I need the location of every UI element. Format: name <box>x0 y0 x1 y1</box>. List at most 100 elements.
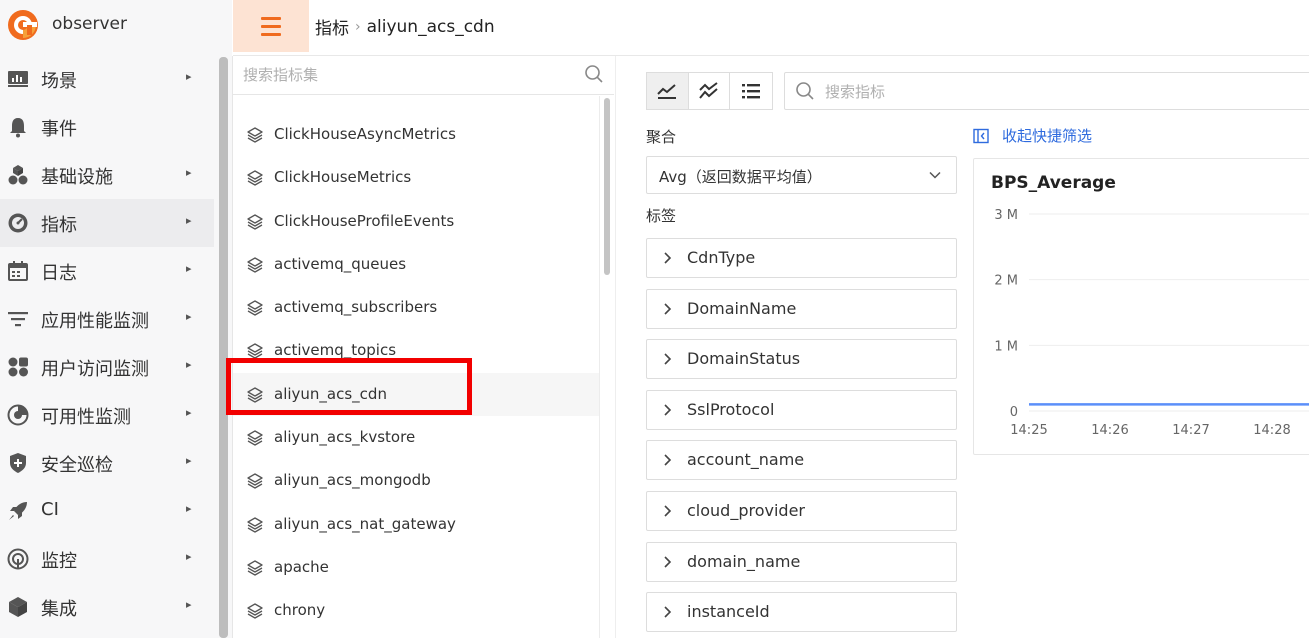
sidebar-item[interactable]: 用户访问监测 ▸ <box>0 343 214 391</box>
chevron-right-icon <box>664 505 672 517</box>
metric-set-item[interactable]: ClickHouseMetrics <box>233 156 599 199</box>
sidebar-item[interactable]: 基础设施 ▸ <box>0 151 214 199</box>
tag-row[interactable]: cloud_provider <box>646 490 957 531</box>
search-icon[interactable] <box>584 64 604 84</box>
view-mode-toggle <box>646 72 773 110</box>
sidebar: observer 场景 ▸ 事件 基础设施 ▸ 指标 ▸ 日志 ▸ 应用性能监测 ▸ 用户访问监测 ▸ 可… <box>0 0 232 638</box>
metric-set-label: aliyun_acs_kvstore <box>274 428 416 447</box>
sidebar-item[interactable]: 可用性监测 ▸ <box>0 391 214 439</box>
sidebar-item[interactable]: 指标 ▸ <box>0 199 214 247</box>
metric-set-label: chrony <box>274 601 326 620</box>
breadcrumb: 指标 › aliyun_acs_cdn <box>315 14 495 40</box>
list-view-button[interactable] <box>730 73 772 109</box>
radar-icon <box>6 404 30 426</box>
collapse-filter-link[interactable]: 收起快捷筛选 <box>973 125 1092 146</box>
sidebar-item-label: 基础设施 <box>41 167 113 188</box>
tag-row[interactable]: DomainName <box>646 288 957 329</box>
breadcrumb-separator: › <box>355 18 361 35</box>
metric-set-item[interactable]: aliyun_acs_kvstore <box>233 416 599 459</box>
sidebar-item[interactable]: 场景 ▸ <box>0 55 214 103</box>
caret-right-icon: ▸ <box>186 550 192 563</box>
chevron-down-icon <box>929 171 941 179</box>
tag-row[interactable]: SslProtocol <box>646 389 957 430</box>
chevron-right-icon <box>664 555 672 568</box>
sidebar-item[interactable]: 日志 ▸ <box>0 247 214 295</box>
metric-set-label: apache <box>274 557 329 576</box>
caret-right-icon: ▸ <box>186 358 192 371</box>
sidebar-item[interactable]: 监控 ▸ <box>0 535 214 583</box>
rocket-icon <box>6 500 30 522</box>
sidebar-item[interactable]: 集成 ▸ <box>0 583 214 631</box>
sidebar-item[interactable]: CI ▸ <box>0 487 214 535</box>
layers-icon <box>247 257 263 273</box>
aggregation-value: Avg（返回数据平均值） <box>659 168 822 186</box>
metric-set-search-input[interactable] <box>243 64 573 86</box>
metric-set-label: activemq_topics <box>274 341 397 360</box>
breadcrumb-parent[interactable]: 指标 <box>315 14 349 39</box>
tag-row[interactable]: account_name <box>646 440 957 481</box>
aggregation-label: 聚合 <box>646 128 677 146</box>
metric-set-item[interactable]: activemq_topics <box>233 329 599 372</box>
breadcrumb-current: aliyun_acs_cdn <box>366 16 495 37</box>
line-chart-icon <box>657 84 677 99</box>
list-divider <box>599 96 600 638</box>
chart-view-button[interactable] <box>647 73 689 109</box>
metric-set-scrollbar[interactable] <box>604 98 610 275</box>
metric-search-input[interactable] <box>825 81 1295 103</box>
filter-icon <box>6 308 30 330</box>
caret-right-icon: ▸ <box>186 70 192 83</box>
sidebar-nav: 场景 ▸ 事件 基础设施 ▸ 指标 ▸ 日志 ▸ 应用性能监测 ▸ 用户访问监测 ▸ 可用性监测 ▸ 安全巡检… <box>0 55 214 631</box>
tag-row[interactable]: CdnType <box>646 238 957 278</box>
metric-set-item[interactable]: activemq_subscribers <box>233 286 599 329</box>
y-tick-label: 1 M <box>994 339 1018 354</box>
layers-icon <box>247 170 263 186</box>
caret-right-icon: ▸ <box>186 214 192 227</box>
brand[interactable]: observer <box>0 0 232 52</box>
chevron-right-icon <box>664 606 672 618</box>
bell-icon <box>6 116 30 138</box>
y-tick-label: 0 <box>1010 405 1018 420</box>
metric-set-item[interactable]: chrony <box>233 589 599 632</box>
sidebar-item-label: 事件 <box>41 119 77 140</box>
bps-average-chart: 0 1 M 2 M 3 M 14:25 14:26 14:27 14:28 <box>994 208 1309 438</box>
layers-icon <box>247 473 263 490</box>
menu-toggle-button[interactable] <box>233 0 309 52</box>
list-icon <box>742 84 761 99</box>
tag-row[interactable]: instanceId <box>646 592 957 633</box>
layers-icon <box>247 127 263 143</box>
hamburger-icon-line <box>261 24 281 28</box>
caret-right-icon: ▸ <box>186 598 192 611</box>
tags-label: 标签 <box>646 207 677 225</box>
aggregation-select[interactable]: Avg（返回数据平均值） <box>646 156 957 194</box>
sidebar-item[interactable]: 事件 <box>0 103 214 151</box>
grid-icon <box>6 356 30 378</box>
layers-icon <box>247 213 263 230</box>
layers-icon <box>247 387 263 403</box>
metric-set-item[interactable]: activemq_queues <box>233 243 599 286</box>
chevron-right-icon <box>664 252 672 264</box>
sidebar-item[interactable]: 应用性能监测 ▸ <box>0 295 214 343</box>
metric-set-item[interactable]: ClickHouseProfileEvents <box>233 200 599 243</box>
metric-set-label: activemq_queues <box>274 254 407 273</box>
compare-view-button[interactable] <box>689 73 731 109</box>
metric-set-item[interactable]: ClickHouseAsyncMetrics <box>233 113 599 156</box>
app-name: observer <box>52 14 128 34</box>
tag-row[interactable]: DomainStatus <box>646 339 957 380</box>
metric-set-label: ClickHouseProfileEvents <box>274 211 455 230</box>
sidebar-scroll-thumb[interactable] <box>219 57 228 638</box>
sidebar-item-label: 应用性能监测 <box>41 311 149 332</box>
tag-row[interactable]: domain_name <box>646 541 957 582</box>
metric-set-item[interactable]: aliyun_acs_mongodb <box>233 459 599 502</box>
metric-search <box>784 72 1309 110</box>
metric-set-item[interactable]: aliyun_acs_cdn <box>233 372 599 417</box>
caret-right-icon: ▸ <box>186 406 192 419</box>
y-tick-label: 3 M <box>994 208 1018 223</box>
sidebar-scrollbar[interactable] <box>219 57 228 638</box>
metric-set-item[interactable]: apache <box>233 546 599 589</box>
sidebar-item-label: 日志 <box>41 263 77 284</box>
x-tick-label: 14:25 <box>1010 423 1047 438</box>
box-icon <box>6 596 30 618</box>
sidebar-item[interactable]: 安全巡检 ▸ <box>0 439 214 487</box>
multi-line-icon <box>699 82 718 99</box>
metric-set-item[interactable]: aliyun_acs_nat_gateway <box>233 503 599 546</box>
